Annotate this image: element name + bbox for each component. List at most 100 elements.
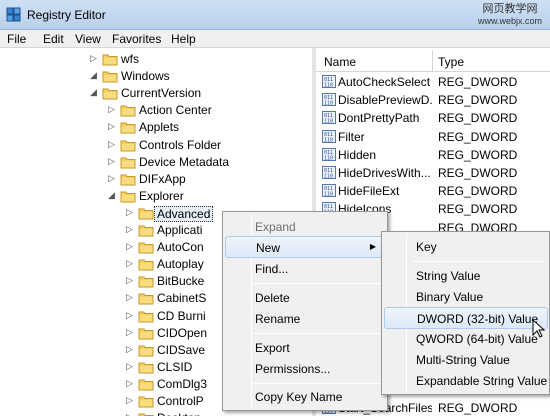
value-name: Filter	[338, 129, 365, 144]
folder-icon	[138, 258, 154, 271]
svg-text:110: 110	[324, 174, 333, 180]
menu-item-label: Permissions...	[255, 362, 331, 376]
menu-item-delete[interactable]: Delete	[225, 287, 385, 309]
expand-arrow-icon[interactable]: ▷	[126, 412, 136, 416]
tree-item[interactable]: ▷ Controls Folder	[0, 137, 312, 154]
menu-view[interactable]: View	[75, 32, 101, 46]
value-type: REG_DWORD	[438, 166, 518, 180]
collapse-arrow-icon[interactable]: ◢	[90, 87, 100, 98]
expand-arrow-icon[interactable]: ▷	[126, 241, 136, 252]
expand-arrow-icon[interactable]: ▷	[126, 207, 136, 218]
expand-arrow-icon[interactable]: ▷	[126, 310, 136, 321]
tree-item-label: CIDSave	[157, 342, 206, 357]
menu-item-expand[interactable]: Expand	[225, 216, 385, 238]
value-row[interactable]: 011 110 AutoCheckSelect REG_DWORD	[316, 73, 550, 91]
value-type: REG_DWORD	[438, 202, 518, 217]
tree-item[interactable]: ▷ Device Metadata	[0, 154, 312, 171]
watermark-url: www.webjx.com	[477, 16, 542, 26]
expand-arrow-icon[interactable]: ▷	[108, 139, 118, 150]
value-row[interactable]: 011 110 Hidden REG_DWORD	[316, 146, 550, 164]
registry-editor-icon	[6, 7, 21, 22]
expand-arrow-icon[interactable]: ▷	[126, 361, 136, 372]
menu-help[interactable]: Help	[171, 32, 196, 46]
new-submenu: Key String Value Binary Value DWORD (32-…	[381, 231, 550, 395]
menu-item-find[interactable]: Find...	[225, 258, 385, 280]
expand-arrow-icon[interactable]: ▷	[90, 53, 100, 64]
menu-item-label: Multi-String Value	[416, 353, 510, 367]
value-row[interactable]: 011 110 DontPrettyPath REG_DWORD	[316, 109, 550, 127]
expand-arrow-icon[interactable]: ▷	[126, 224, 136, 235]
folder-icon	[138, 361, 154, 374]
value-row[interactable]: 011 110 HideDrivesWith... REG_DWORD	[316, 164, 550, 182]
folder-icon	[120, 173, 136, 186]
submenu-item-key[interactable]: Key	[384, 236, 548, 258]
submenu-item-multi-string-value[interactable]: Multi-String Value	[384, 349, 548, 371]
expand-arrow-icon[interactable]: ▷	[126, 292, 136, 303]
type-column-header[interactable]: Type	[438, 55, 464, 69]
tree-item-label: Windows	[121, 69, 170, 84]
collapse-arrow-icon[interactable]: ◢	[108, 190, 118, 201]
expand-arrow-icon[interactable]: ▷	[126, 327, 136, 338]
menu-item-label: Copy Key Name	[255, 390, 343, 404]
tree-item[interactable]: ◢ Explorer	[0, 188, 312, 205]
menu-item-permissions[interactable]: Permissions...	[225, 358, 385, 380]
tree-item-label: BitBucke	[157, 274, 205, 289]
collapse-arrow-icon[interactable]: ◢	[90, 70, 100, 81]
tree-item[interactable]: ▷ Applets	[0, 119, 312, 136]
tree-item[interactable]: ▷ wfs	[0, 51, 312, 68]
svg-text:110: 110	[324, 192, 333, 198]
tree-item-label: CD Burni	[157, 308, 206, 323]
submenu-arrow-icon: ▶	[369, 242, 376, 251]
expand-arrow-icon[interactable]: ▷	[108, 173, 118, 184]
menu-item-label: New	[256, 241, 281, 255]
menu-edit[interactable]: Edit	[43, 32, 64, 46]
value-type: REG_DWORD	[438, 75, 518, 89]
expand-arrow-icon[interactable]: ▷	[108, 121, 118, 132]
tree-item[interactable]: ▷ DIFxApp	[0, 171, 312, 188]
column-divider[interactable]	[432, 50, 433, 72]
menu-item-export[interactable]: Export	[225, 337, 385, 359]
title-bar: Registry Editor 网页教学网 www.webjx.com	[0, 0, 550, 30]
menu-item-label: Rename	[255, 312, 301, 326]
tree-item[interactable]: ◢ Windows	[0, 68, 312, 85]
menu-item-label: Key	[416, 240, 437, 254]
tree-item-label: Controls Folder	[139, 137, 222, 152]
value-type: REG_DWORD	[438, 147, 518, 162]
name-column-header[interactable]: Name	[324, 55, 356, 69]
submenu-item-string-value[interactable]: String Value	[384, 265, 548, 287]
menu-bar: File Edit View Favorites Help	[0, 30, 550, 48]
menu-item-label: String Value	[416, 269, 481, 283]
menu-file[interactable]: File	[7, 32, 26, 46]
value-row[interactable]: 011 110 Filter REG_DWORD	[316, 128, 550, 146]
menu-separator	[412, 261, 544, 262]
submenu-item-dword-value[interactable]: DWORD (32-bit) Value	[384, 307, 548, 329]
menu-item-copy-key-name[interactable]: Copy Key Name	[225, 386, 385, 408]
folder-icon	[138, 241, 154, 254]
submenu-item-qword-value[interactable]: QWORD (64-bit) Value	[384, 328, 548, 350]
folder-icon	[120, 156, 136, 169]
folder-icon	[138, 224, 154, 237]
submenu-item-binary-value[interactable]: Binary Value	[384, 286, 548, 308]
expand-arrow-icon[interactable]: ▷	[108, 156, 118, 167]
svg-text:110: 110	[324, 101, 333, 107]
value-row[interactable]: 011 110 HideFileExt REG_DWORD	[316, 182, 550, 200]
menu-item-label: DWORD (32-bit) Value	[417, 312, 539, 326]
tree-item[interactable]: ◢ CurrentVersion	[0, 85, 312, 102]
tree-item-label: Applets	[139, 120, 180, 135]
tree-item-label: Explorer	[139, 188, 184, 203]
tree-item[interactable]: ▷ Action Center	[0, 102, 312, 119]
menu-favorites[interactable]: Favorites	[112, 32, 161, 46]
submenu-item-expandable-string-value[interactable]: Expandable String Value	[384, 370, 548, 392]
menu-item-new[interactable]: New ▶	[225, 236, 385, 258]
value-row[interactable]: 011 110 DisablePreviewD... REG_DWORD	[316, 91, 550, 109]
menu-item-rename[interactable]: Rename	[225, 308, 385, 330]
expand-arrow-icon[interactable]: ▷	[126, 258, 136, 269]
expand-arrow-icon[interactable]: ▷	[126, 275, 136, 286]
expand-arrow-icon[interactable]: ▷	[108, 104, 118, 115]
expand-arrow-icon[interactable]: ▷	[126, 344, 136, 355]
expand-arrow-icon[interactable]: ▷	[126, 395, 136, 406]
expand-arrow-icon[interactable]: ▷	[126, 378, 136, 389]
reg-dword-icon: 011110	[322, 184, 336, 198]
svg-text:110: 110	[324, 83, 333, 89]
menu-separator	[253, 283, 383, 284]
